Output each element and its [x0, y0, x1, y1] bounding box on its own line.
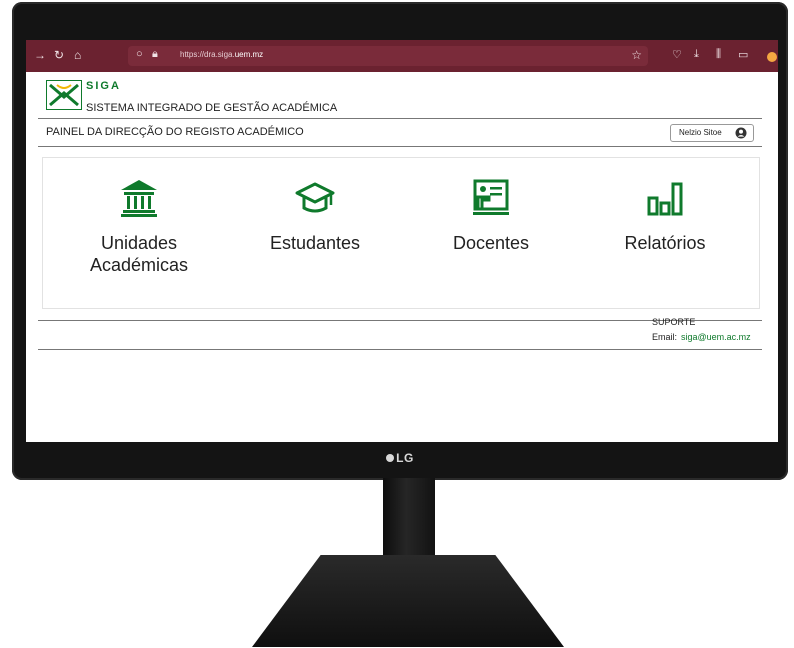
bookmark-star-icon[interactable]: ☆ [631, 48, 642, 62]
siga-logo [46, 80, 82, 110]
pocket-icon[interactable]: ♡ [672, 48, 682, 61]
url-text: https://dra.siga.uem.mz [180, 50, 264, 59]
download-icon[interactable]: ⤓ [694, 48, 699, 61]
forward-icon[interactable]: → [34, 48, 46, 62]
logo-subtitle: SISTEMA INTEGRADO DE GESTÃO ACADÉMICA [86, 102, 338, 114]
logo-name: SIGA [86, 80, 121, 92]
tile-label: Relatórios [624, 233, 706, 253]
tile-estudantes[interactable]: Estudantes [225, 178, 405, 298]
home-icon[interactable]: ⌂ [74, 48, 81, 62]
divider [38, 146, 762, 147]
dashboard-card: Unidades Académicas Estudantes Docentes … [42, 157, 760, 309]
support-label: SUPORTE [652, 317, 696, 327]
institution-icon [121, 180, 157, 217]
tile-label: Estudantes [269, 233, 361, 253]
account-icon[interactable] [767, 52, 777, 62]
lock-icon[interactable]: 🔒︎ [152, 48, 158, 61]
email-label: Email: [652, 332, 678, 342]
graduation-cap-icon [295, 182, 335, 213]
tile-relatorios[interactable]: Relatórios [575, 178, 755, 298]
user-menu-button[interactable]: Nelzio Sitoe [670, 124, 754, 142]
tile-label: Unidades Académicas [89, 233, 189, 275]
tile-docentes[interactable]: Docentes [401, 178, 581, 298]
tile-label: Docentes [452, 233, 530, 253]
reload-icon[interactable]: ↻ [54, 48, 64, 62]
divider [38, 349, 762, 350]
monitor-stand-base [252, 555, 564, 647]
panel-title: PAINEL DA DIRECÇÃO DO REGISTO ACADÉMICO [46, 126, 304, 138]
browser-toolbar: → ↻ ⌂ ○ 🔒︎ https://dra.siga.uem.mz ☆ ♡ ⤓… [26, 40, 778, 72]
screen: → ↻ ⌂ ○ 🔒︎ https://dra.siga.uem.mz ☆ ♡ ⤓… [26, 40, 778, 442]
library-icon[interactable]: ⫼ [716, 48, 721, 61]
address-bar[interactable]: ○ 🔒︎ https://dra.siga.uem.mz ☆ [128, 46, 648, 66]
page: SIGA SISTEMA INTEGRADO DE GESTÃO ACADÉMI… [26, 72, 778, 442]
user-circle-icon [735, 127, 747, 139]
monitor-stand-neck [383, 478, 435, 560]
teacher-board-icon [473, 179, 509, 215]
monitor-brand: LG [12, 451, 788, 465]
tile-unidades-academicas[interactable]: Unidades Académicas [49, 178, 229, 298]
divider [38, 118, 762, 119]
support-email-link[interactable]: siga@uem.ac.mz [681, 332, 751, 342]
logo-mark-icon [49, 83, 79, 107]
shield-icon[interactable]: ○ [136, 48, 143, 60]
bar-chart-icon [647, 182, 683, 216]
user-name: Nelzio Sitoe [679, 128, 722, 137]
sidebar-icon[interactable]: ▭ [738, 48, 748, 61]
